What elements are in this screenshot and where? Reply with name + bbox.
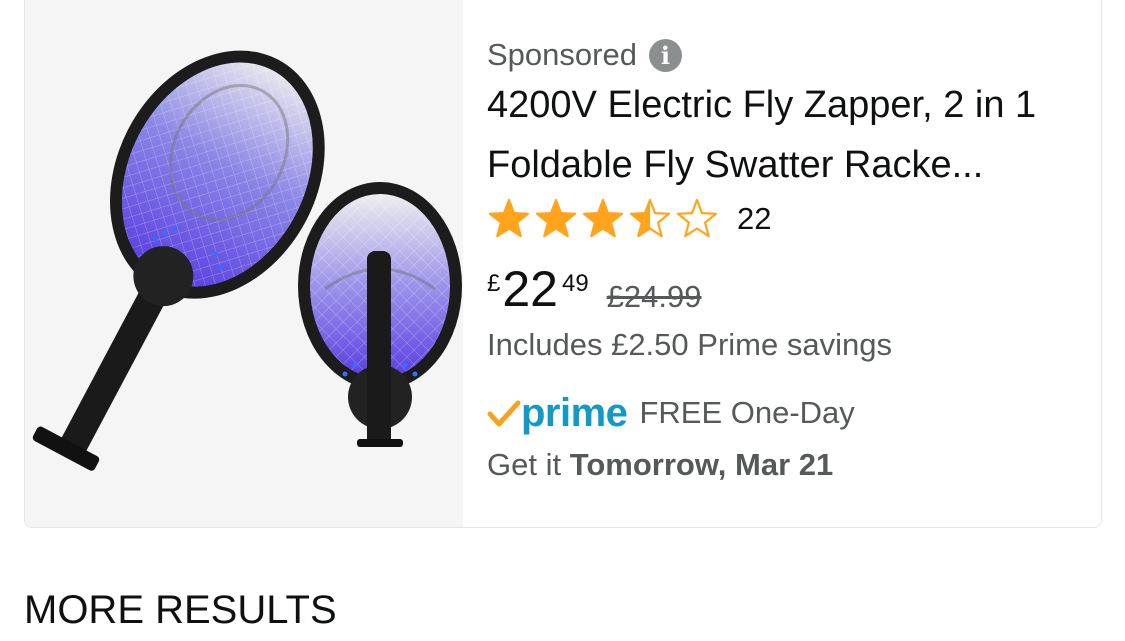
price-whole: 22 (502, 261, 558, 317)
star-icon (676, 198, 718, 238)
prime-logo: prime (487, 391, 628, 435)
product-card[interactable]: Sponsored i 4200V Electric Fly Zapper, 2… (24, 0, 1102, 528)
prime-check-icon (487, 400, 521, 427)
prime-savings-text: Includes £2.50 Prime savings (487, 327, 892, 362)
price-currency: £ (487, 270, 501, 297)
rating-stars (488, 198, 718, 238)
star-rating[interactable]: 22 (487, 197, 771, 241)
star-icon (582, 198, 624, 238)
more-results-heading: MORE RESULTS (24, 588, 337, 632)
delivery-label: FREE One-Day (639, 395, 855, 430)
delivery-prefix: Get it (487, 447, 570, 482)
product-title[interactable]: 4200V Electric Fly Zapper, 2 in 1 Foldab… (487, 75, 1077, 195)
electric-fly-swatter-image (32, 50, 462, 471)
prime-logo-text: prime (521, 391, 628, 435)
star-icon (535, 198, 577, 238)
sponsored-text: Sponsored (487, 37, 637, 72)
price: £ 22 49 £24.99 (487, 263, 702, 315)
sponsored-label[interactable]: Sponsored i (487, 37, 682, 73)
delivery-date: Get it Tomorrow, Mar 21 (487, 447, 833, 483)
product-image[interactable] (25, 0, 463, 527)
delivery-date-value: Tomorrow, Mar 21 (569, 447, 834, 482)
star-icon (488, 198, 530, 238)
info-icon[interactable]: i (648, 38, 682, 72)
was-price: £24.99 (606, 279, 702, 314)
price-fraction: 49 (561, 270, 589, 297)
star-icon (629, 198, 671, 238)
prime-delivery: prime FREE One-Day (487, 391, 855, 435)
rating-count[interactable]: 22 (737, 201, 771, 237)
